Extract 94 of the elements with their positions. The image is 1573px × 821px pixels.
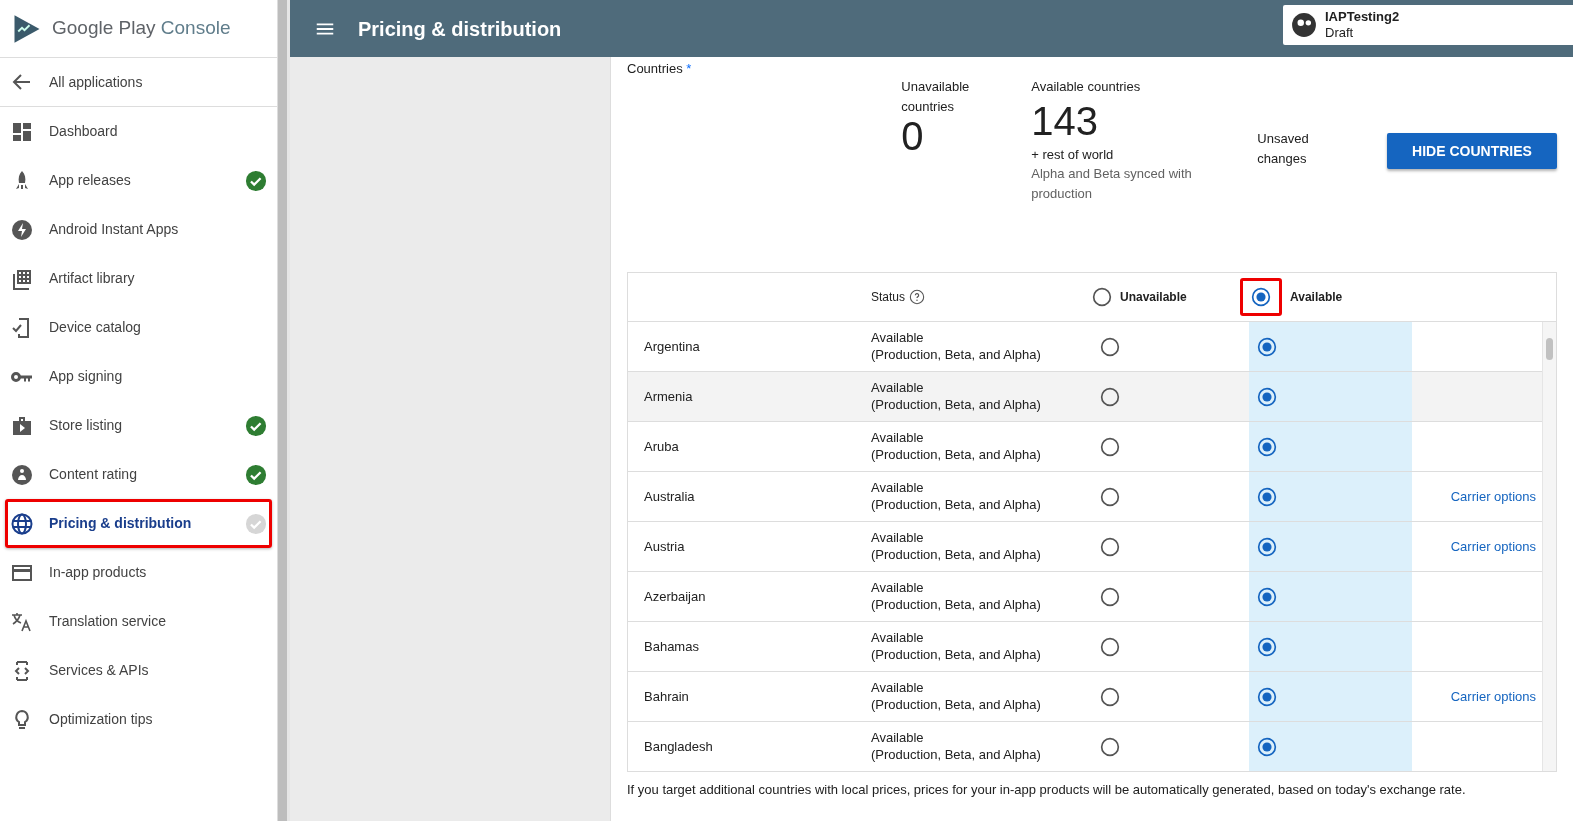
status-detail: (Production, Beta, and Alpha) — [871, 746, 1042, 763]
radio-button[interactable] — [1100, 736, 1120, 757]
status-detail: (Production, Beta, and Alpha) — [871, 446, 1042, 463]
radio-button[interactable] — [1257, 636, 1277, 657]
radio-button[interactable] — [1257, 486, 1277, 507]
status-detail: (Production, Beta, and Alpha) — [871, 646, 1042, 663]
radio-button[interactable] — [1092, 287, 1112, 307]
radio-button[interactable] — [1100, 386, 1120, 407]
carrier-options-link[interactable]: Carrier options — [1450, 488, 1536, 504]
country-name: Austria — [643, 537, 686, 556]
radio-button[interactable] — [1257, 586, 1277, 607]
brand-name: Google Play Console — [52, 16, 231, 41]
sidebar-item[interactable]: Services & APIs — [0, 646, 277, 695]
country-name: Armenia — [643, 387, 694, 406]
radio-button[interactable] — [1100, 686, 1120, 707]
back-link[interactable]: All applications — [0, 58, 277, 107]
radio-button[interactable] — [1257, 536, 1277, 557]
person-circle-icon — [10, 462, 34, 487]
app-selector[interactable]: IAPTesting2 Draft — [1283, 5, 1573, 45]
status-detail: (Production, Beta, and Alpha) — [871, 696, 1042, 713]
radio-button[interactable] — [1251, 287, 1271, 307]
sidebar-item[interactable]: Content rating — [0, 450, 277, 499]
radio-button[interactable] — [1100, 636, 1120, 657]
sidebar-item[interactable]: Dashboard — [0, 107, 277, 156]
country-name: Aruba — [643, 437, 680, 456]
country-name: Australia — [643, 487, 696, 506]
stat-detail: + rest of world — [1031, 145, 1115, 164]
sidebar-item[interactable]: In-app products — [0, 548, 277, 597]
column-header: Status — [871, 289, 906, 306]
status-detail: (Production, Beta, and Alpha) — [871, 546, 1042, 563]
radio-button[interactable] — [1257, 336, 1277, 357]
unsaved-changes-text: Unsaved changes — [1257, 130, 1310, 168]
country-name: Bahamas — [643, 637, 700, 656]
stat-count: 143 — [1031, 100, 1100, 141]
status-text: Available — [871, 380, 925, 397]
status-text: Available — [871, 680, 925, 697]
sidebar-item[interactable]: Device catalog — [0, 303, 277, 352]
status-text: Available — [871, 730, 925, 747]
sidebar-item[interactable]: Android Instant Apps — [0, 205, 277, 254]
app-name: IAPTesting2 — [1325, 8, 1400, 25]
status-text: Available — [871, 330, 925, 347]
radio-button[interactable] — [1100, 436, 1120, 457]
status-text: Available — [871, 480, 925, 497]
radio-button[interactable] — [1257, 386, 1277, 407]
radio-button[interactable] — [1100, 336, 1120, 357]
stat-label: Available countries — [1031, 78, 1142, 96]
countries-label: Countries — [627, 61, 684, 76]
sidebar-item[interactable]: Store listing — [0, 401, 277, 450]
column-header: Unavailable — [1120, 289, 1187, 306]
status-detail: (Production, Beta, and Alpha) — [871, 496, 1042, 513]
radio-button[interactable] — [1100, 536, 1120, 557]
help-icon — [909, 289, 926, 305]
status-detail: (Production, Beta, and Alpha) — [871, 596, 1042, 613]
check-circle-icon — [245, 414, 267, 437]
sidebar-item[interactable]: App releases — [0, 156, 277, 205]
stat-count: 0 — [901, 116, 925, 156]
radio-button[interactable] — [1257, 686, 1277, 707]
radio-button[interactable] — [1257, 736, 1277, 757]
stat-label: Unavailable countries — [901, 78, 971, 116]
column-header: Available — [1290, 289, 1343, 306]
check-circle-icon — [245, 463, 267, 486]
page-title: Pricing & distribution — [358, 16, 562, 42]
app-status: Draft — [1325, 25, 1355, 42]
status-text: Available — [871, 530, 925, 547]
status-text: Available — [871, 580, 925, 597]
sidebar-item[interactable]: App signing — [0, 352, 277, 401]
status-text: Available — [871, 630, 925, 647]
sidebar-item[interactable]: Translation service — [0, 597, 277, 646]
country-name: Azerbaijan — [643, 587, 707, 606]
sidebar-item[interactable]: Pricing & distribution — [5, 499, 272, 548]
status-detail: (Production, Beta, and Alpha) — [871, 396, 1042, 413]
sidebar-item[interactable]: Optimization tips — [0, 695, 277, 744]
sync-note: Alpha and Beta synced with production — [1031, 165, 1193, 203]
country-name: Argentina — [643, 337, 701, 356]
scrollbar[interactable] — [1542, 322, 1556, 771]
country-name: Bahrain — [643, 687, 690, 706]
radio-button[interactable] — [1257, 436, 1277, 457]
hide-countries-button[interactable]: HIDE COUNTRIES — [1387, 133, 1557, 169]
check-circle-icon — [245, 512, 267, 535]
radio-button[interactable] — [1100, 586, 1120, 607]
required-mark: * — [686, 61, 692, 76]
country-name: Bangladesh — [643, 737, 714, 756]
status-detail: (Production, Beta, and Alpha) — [871, 346, 1042, 363]
sidebar-item[interactable]: Artifact library — [0, 254, 277, 303]
scrollbar-thumb[interactable] — [1546, 338, 1553, 360]
status-text: Available — [871, 430, 925, 447]
check-circle-icon — [245, 169, 267, 192]
app-avatar-icon — [1291, 12, 1317, 38]
carrier-options-link[interactable]: Carrier options — [1450, 538, 1536, 554]
radio-button[interactable] — [1100, 486, 1120, 507]
globe-icon — [10, 511, 34, 536]
lightning-bolt-icon — [10, 217, 34, 242]
carrier-options-link[interactable]: Carrier options — [1450, 688, 1536, 704]
footer-note: If you target additional countries with local prices, prices for your in-app products will be automatically generated, based on today's exchange rate. — [627, 781, 1467, 799]
